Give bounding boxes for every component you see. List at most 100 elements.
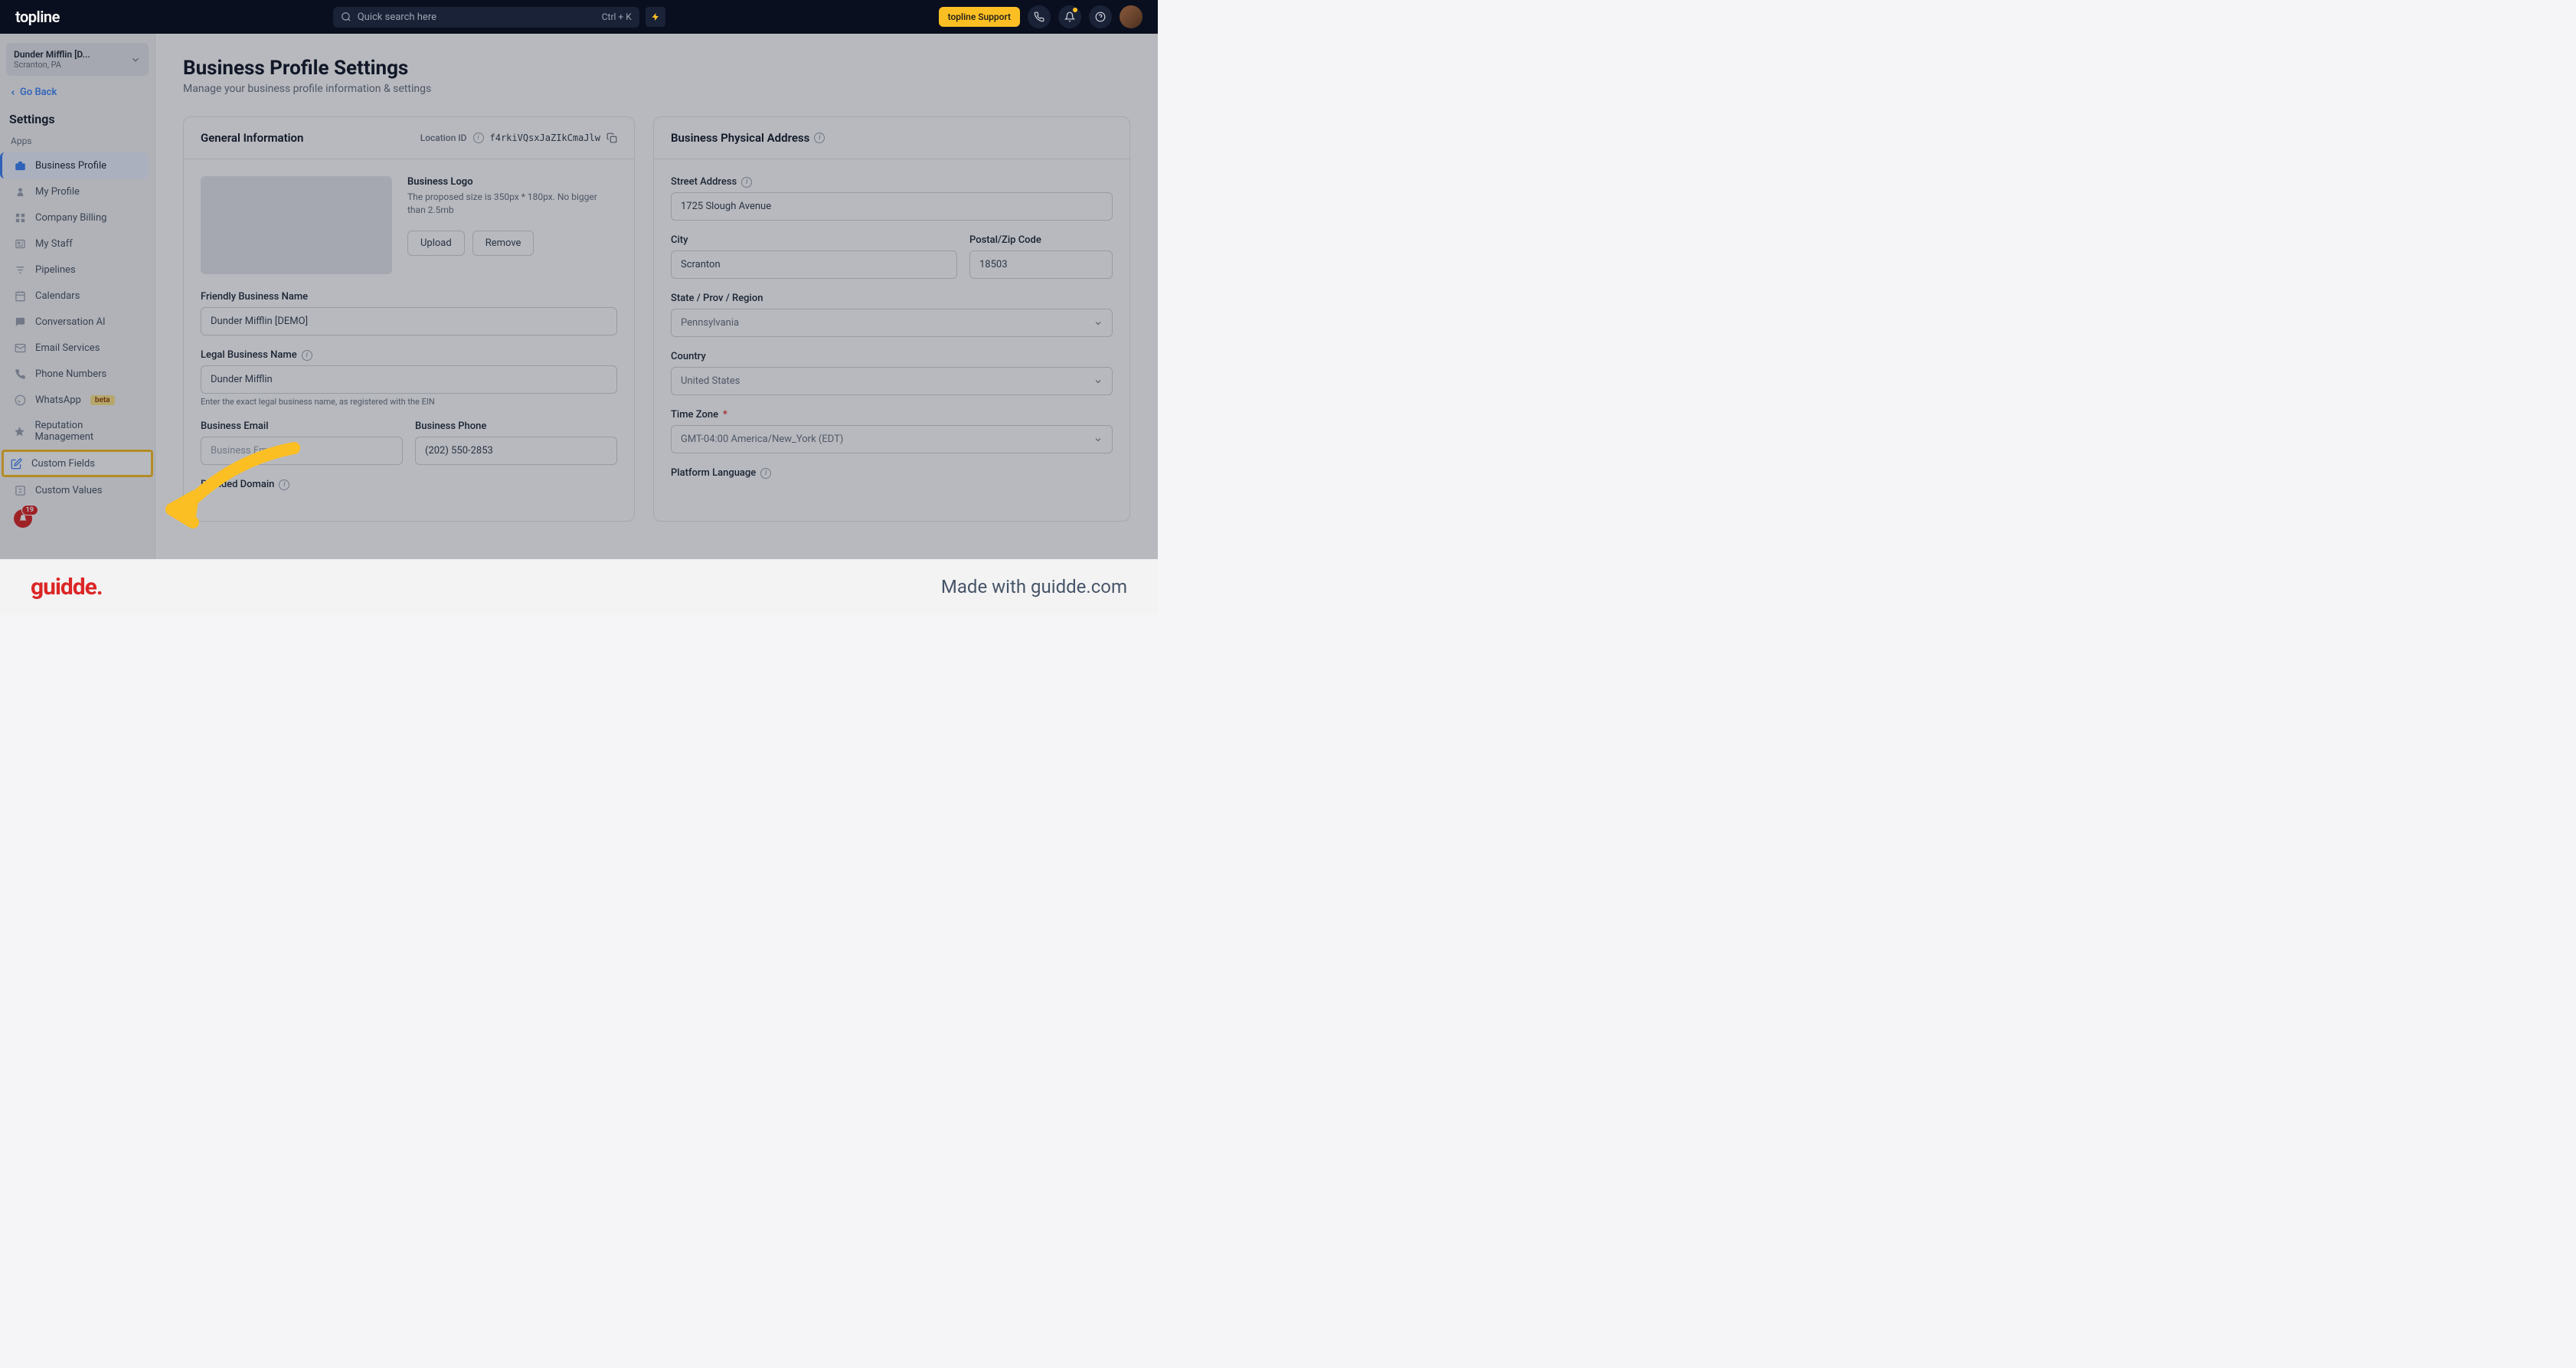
beta-badge: beta [90,395,115,405]
legal-name-helper: Enter the exact legal business name, as … [201,397,617,407]
sidebar-item-conversation-ai[interactable]: Conversation AI [6,309,149,335]
sidebar-item-calendars[interactable]: Calendars [6,283,149,309]
timezone-label: Time Zone [671,409,718,421]
alert-bell-icon: 19 [14,509,32,528]
legal-name-input[interactable] [201,365,617,394]
user-avatar[interactable] [1120,5,1143,28]
apps-section-label: Apps [11,136,144,146]
info-icon: i [814,133,825,143]
star-icon [14,425,26,437]
street-input[interactable] [671,192,1113,221]
global-search[interactable]: Quick search here Ctrl + K [333,7,639,28]
phone-icon [1034,11,1044,22]
grid-icon [14,211,26,224]
help-button[interactable] [1089,5,1112,28]
chat-icon [14,316,26,328]
search-placeholder: Quick search here [358,11,436,23]
logo-preview [201,176,392,274]
country-label: Country [671,351,1113,362]
postal-input[interactable] [969,250,1113,279]
made-with-text: Made with guidde.com [941,576,1127,597]
copy-icon[interactable] [606,133,617,143]
bell-icon [1064,11,1075,22]
workspace-selector[interactable]: Dunder Mifflin [D... Scranton, PA [6,43,149,76]
info-icon: i [760,468,771,479]
city-label: City [671,234,957,246]
guidde-logo: guidde. [31,574,103,601]
chevron-down-icon [130,54,141,65]
whatsapp-icon [14,394,26,406]
friendly-name-input[interactable] [201,307,617,335]
sidebar: Dunder Mifflin [D... Scranton, PA Go Bac… [0,34,155,614]
general-info-panel: General Information Location ID i f4rkiV… [183,116,635,522]
business-logo-label: Business Logo [407,176,617,188]
country-select[interactable]: United States [671,367,1113,395]
user-icon [14,185,26,198]
state-select[interactable]: Pennsylvania [671,309,1113,337]
sidebar-item-business-profile[interactable]: Business Profile [0,152,149,178]
notification-dot [1073,8,1077,12]
sidebar-item-custom-fields[interactable]: Custom Fields [2,450,153,477]
address-panel-title: Business Physical Address [671,131,809,145]
timezone-select[interactable]: GMT-04:00 America/New_York (EDT) [671,425,1113,453]
sidebar-item-my-staff[interactable]: My Staff [6,231,149,257]
watermark-bar: guidde. Made with guidde.com [0,559,1158,614]
business-email-input[interactable] [201,437,403,465]
workspace-name: Dunder Mifflin [D... [14,49,90,60]
branded-domain-label: Branded Domain [201,479,274,490]
mail-icon [14,342,26,354]
sidebar-item-pipelines[interactable]: Pipelines [6,257,149,283]
page-subtitle: Manage your business profile information… [183,83,1130,95]
settings-header: Settings [9,112,145,126]
remove-button[interactable]: Remove [472,231,534,256]
bolt-button[interactable] [646,7,665,27]
calendar-icon [14,290,26,302]
info-icon: i [473,133,484,143]
go-back-link[interactable]: Go Back [9,87,145,98]
chevron-down-icon [1093,377,1103,386]
info-icon: i [302,350,312,361]
chevron-down-icon [1093,319,1103,328]
city-input[interactable] [671,250,957,279]
logo-hint: The proposed size is 350px * 180px. No b… [407,191,617,217]
filter-icon [14,263,26,276]
chevron-left-icon [9,89,17,97]
general-panel-title: General Information [201,131,303,145]
values-icon [14,484,26,496]
topbar: topline Quick search here Ctrl + K topli… [0,0,1158,34]
info-icon: i [741,177,752,188]
workspace-location: Scranton, PA [14,60,90,70]
search-shortcut: Ctrl + K [602,11,632,22]
info-icon: i [279,479,289,490]
edit-icon [10,457,22,470]
support-button[interactable]: topline Support [939,7,1020,27]
street-label: Street Address [671,176,737,188]
business-phone-label: Business Phone [415,421,617,432]
friendly-name-label: Friendly Business Name [201,291,617,303]
notifications-button[interactable] [1058,5,1081,28]
chevron-down-icon [1093,435,1103,444]
upload-button[interactable]: Upload [407,231,465,256]
briefcase-icon [14,159,26,172]
state-label: State / Prov / Region [671,293,1113,304]
sidebar-item-email-services[interactable]: Email Services [6,335,149,361]
business-email-label: Business Email [201,421,403,432]
sidebar-item-my-profile[interactable]: My Profile [6,178,149,205]
postal-label: Postal/Zip Code [969,234,1113,246]
business-phone-input[interactable] [415,437,617,465]
phone-button[interactable] [1028,5,1051,28]
sidebar-item-company-billing[interactable]: Company Billing [6,205,149,231]
id-icon [14,237,26,250]
sidebar-item-whatsapp[interactable]: WhatsApp beta [6,387,149,413]
sidebar-item-phone-numbers[interactable]: Phone Numbers [6,361,149,387]
address-panel: Business Physical Address i Street Addre… [653,116,1130,522]
legal-name-label: Legal Business Name [201,349,297,361]
help-icon [1095,11,1106,22]
sidebar-notification-item[interactable]: 19 [6,506,149,531]
main-content: Business Profile Settings Manage your bu… [155,34,1158,614]
search-icon [341,11,351,22]
sidebar-item-custom-values[interactable]: Custom Values [6,477,149,503]
location-id-value: f4rkiVQsxJaZIkCmaJlw [490,133,601,143]
brand-logo: topline [15,8,60,26]
sidebar-item-reputation-management[interactable]: Reputation Management [6,413,149,450]
